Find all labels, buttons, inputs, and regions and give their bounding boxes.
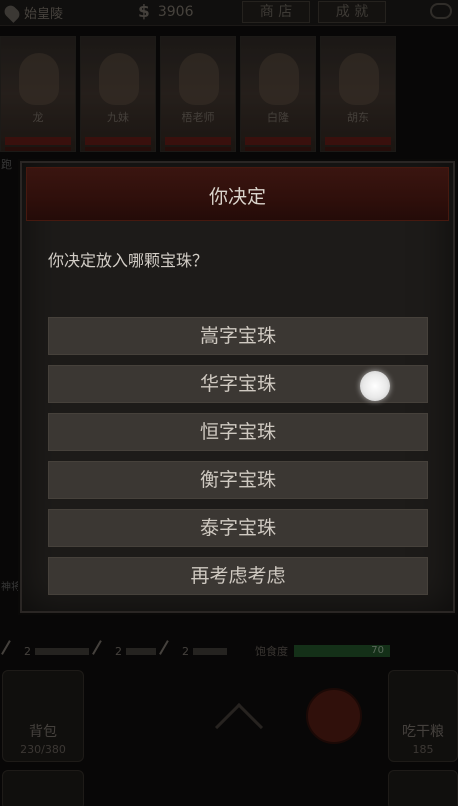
dialog-prompt: 你决定放入哪颗宝珠？: [48, 251, 209, 270]
dialog-title: 你决定: [208, 186, 266, 208]
option-heng2-pearl[interactable]: 衡字宝珠: [48, 461, 428, 499]
dialog-header: 你决定: [26, 167, 449, 221]
touch-indicator-icon: [360, 371, 390, 401]
option-heng-pearl[interactable]: 恒字宝珠: [48, 413, 428, 451]
option-reconsider[interactable]: 再考虑考虑: [48, 557, 428, 595]
option-tai-pearl[interactable]: 泰字宝珠: [48, 509, 428, 547]
option-song-pearl[interactable]: 嵩字宝珠: [48, 317, 428, 355]
